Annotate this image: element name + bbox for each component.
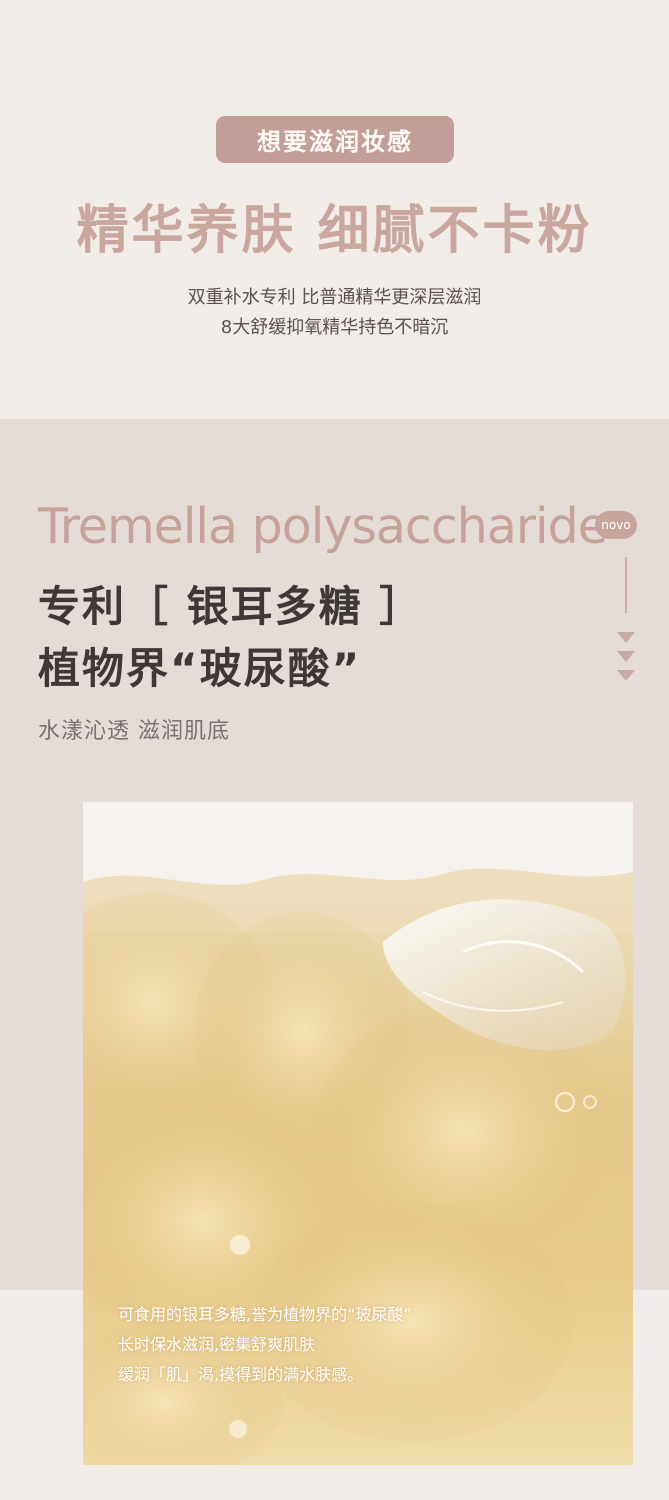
feature-tagline: 水漾沁透 滋润肌底	[38, 719, 230, 744]
headline: 精华养肤 细腻不卡粉	[76, 201, 593, 261]
brand-logo: novo	[595, 511, 637, 539]
down-arrow-icon	[617, 651, 635, 662]
caption-line-3: 缓润「肌」渴,摸得到的满水肤感。	[118, 1365, 364, 1384]
down-arrow-icon	[617, 632, 635, 643]
feature-title-line-2: 植物界“玻尿酸”	[38, 644, 362, 693]
subtitle-line-1: 双重补水专利 比普通精华更深层滋润	[187, 287, 482, 308]
caption-line-2: 长时保水滋润,密集舒爽肌肤	[118, 1335, 316, 1354]
subtitle-line-2: 8大舒缓抑氧精华持色不暗沉	[220, 317, 449, 338]
feature-title-line-1: 专利［ 银耳多糖 ］	[38, 582, 424, 631]
down-arrow-icon	[617, 670, 635, 681]
intro-pill-label: 想要滋润妆感	[216, 116, 454, 163]
caption-line-1: 可食用的银耳多糖,誉为植物界的“玻尿酸”	[118, 1305, 412, 1324]
vertical-divider	[625, 557, 627, 613]
english-title: Tremella polysaccharide	[38, 498, 608, 555]
